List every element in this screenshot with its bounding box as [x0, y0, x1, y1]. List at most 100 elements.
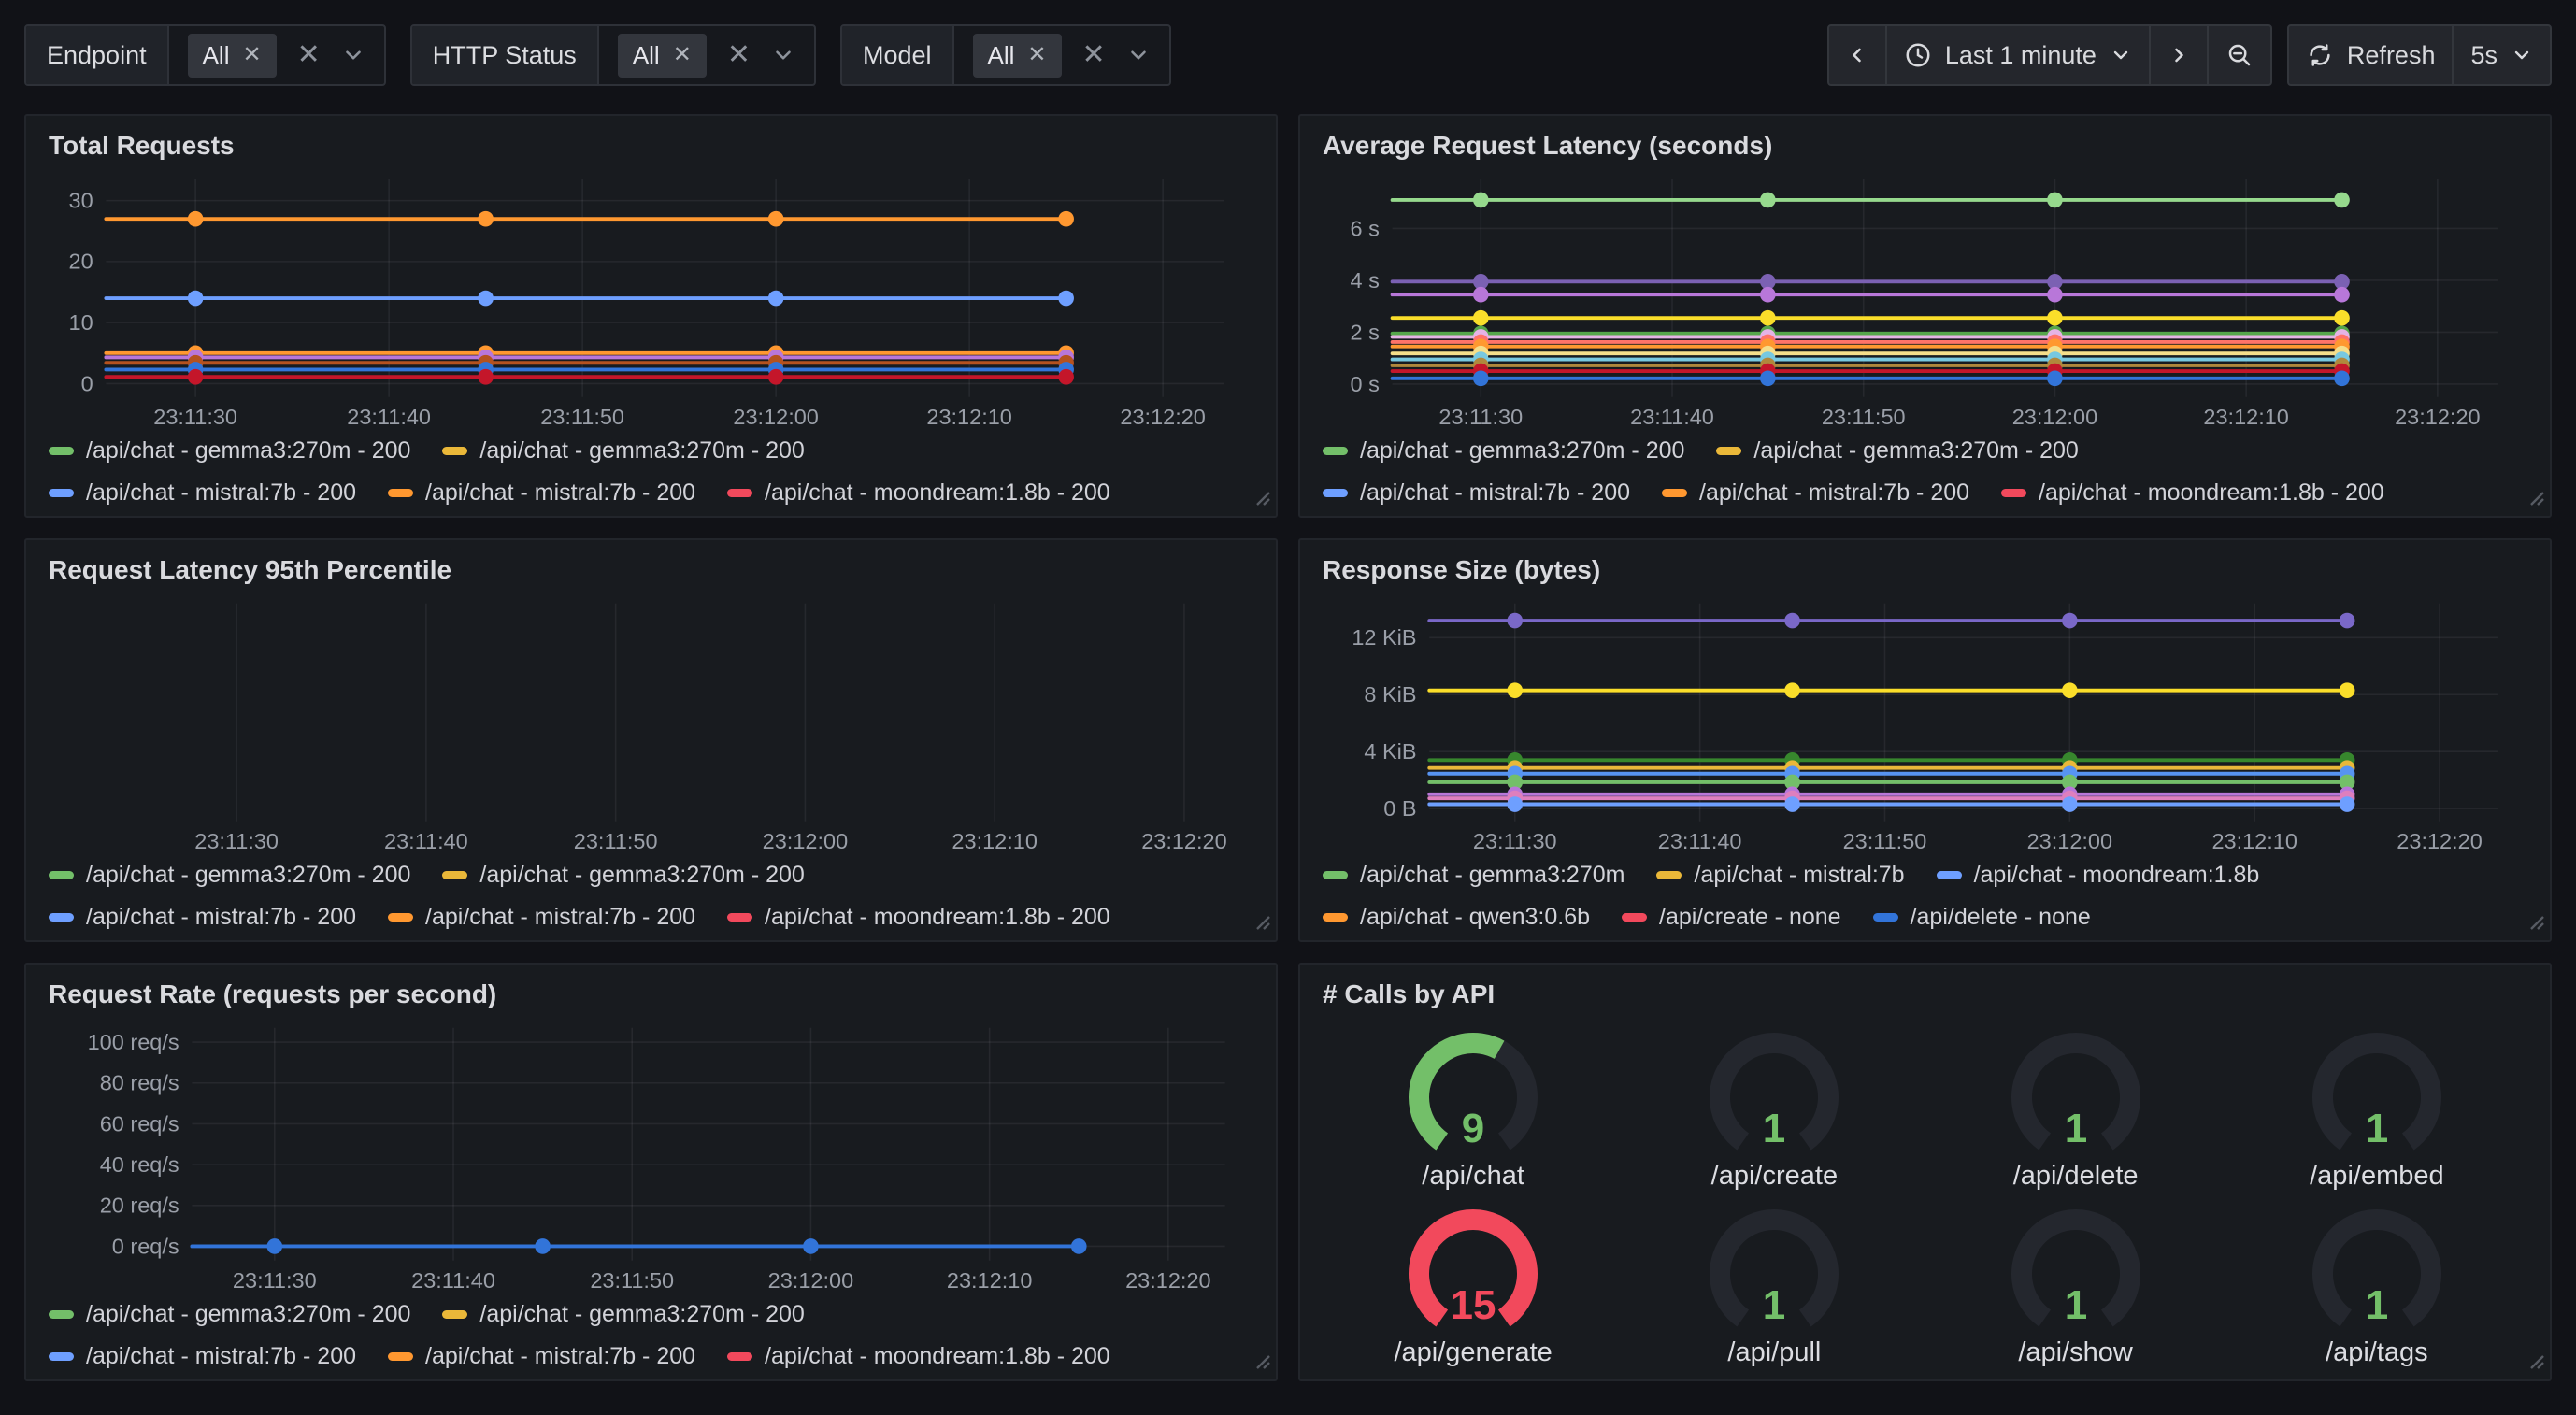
chevron-down-icon[interactable]: [771, 43, 795, 67]
filter-value-endpoint[interactable]: All ✕ ✕: [169, 26, 384, 84]
gauge-arc: 1: [1968, 1195, 2184, 1337]
panel-resize-handle[interactable]: [2525, 910, 2545, 936]
remove-chip-icon[interactable]: ✕: [673, 44, 692, 66]
refresh-button[interactable]: Refresh: [2287, 24, 2454, 86]
filter-chip[interactable]: All ✕: [973, 34, 1062, 78]
legend-item[interactable]: /api/chat - moondream:1.8b - 200: [727, 1343, 1110, 1370]
timeseries-chart[interactable]: 23:11:3023:11:4023:11:5023:12:0023:12:10…: [49, 593, 1253, 856]
panel-resize-handle[interactable]: [1251, 486, 1271, 511]
legend-label: /api/chat - mistral:7b - 200: [425, 904, 695, 931]
timeseries-chart[interactable]: 23:11:3023:11:4023:11:5023:12:0023:12:10…: [49, 168, 1253, 432]
legend-item[interactable]: /api/chat - gemma3:270m - 200: [1716, 437, 2078, 465]
data-point: [2340, 796, 2355, 812]
legend-item[interactable]: /api/chat - mistral:7b - 200: [49, 904, 356, 931]
legend-label: /api/chat - gemma3:270m - 200: [479, 1301, 804, 1328]
clear-filter-icon[interactable]: ✕: [1082, 41, 1106, 69]
legend-item[interactable]: /api/delete - none: [1873, 904, 2091, 931]
gauge-value-arc: [1419, 1043, 1499, 1142]
panel-resize-handle[interactable]: [1251, 910, 1271, 936]
legend-swatch: [49, 447, 74, 455]
y-axis-tick-label: 80 req/s: [100, 1071, 179, 1095]
y-axis-tick-label: 60 req/s: [100, 1111, 179, 1136]
legend-item[interactable]: /api/chat - mistral:7b - 200: [49, 1343, 356, 1370]
time-shift-forward-button[interactable]: [2149, 24, 2209, 86]
panel-title[interactable]: Total Requests: [49, 131, 1253, 161]
filter-chip-label: All: [203, 41, 230, 70]
clear-filter-icon[interactable]: ✕: [297, 41, 321, 69]
legend-item[interactable]: /api/chat - gemma3:270m - 200: [1323, 437, 1684, 465]
panel-title[interactable]: Average Request Latency (seconds): [1323, 131, 2527, 161]
legend-label: /api/chat - moondream:1.8b - 200: [2039, 479, 2384, 507]
panel-title[interactable]: Request Rate (requests per second): [49, 979, 1253, 1009]
legend-swatch: [1716, 447, 1741, 455]
remove-chip-icon[interactable]: ✕: [1027, 44, 1046, 66]
time-range-label: Last 1 minute: [1945, 41, 2097, 70]
legend-item[interactable]: /api/chat - mistral:7b - 200: [388, 1343, 695, 1370]
panel-title[interactable]: Response Size (bytes): [1323, 555, 2527, 585]
legend-item[interactable]: /api/chat - gemma3:270m - 200: [442, 862, 804, 889]
filter-chip[interactable]: All ✕: [188, 34, 277, 78]
panel-response-size: Response Size (bytes) 23:11:3023:11:4023…: [1298, 538, 2552, 942]
panel-resize-handle[interactable]: [1251, 1350, 1271, 1375]
timeseries-chart[interactable]: 23:11:3023:11:4023:11:5023:12:0023:12:10…: [1323, 168, 2527, 432]
legend-item[interactable]: /api/chat - qwen3:0.6b: [1323, 904, 1590, 931]
legend-item[interactable]: /api/chat - gemma3:270m - 200: [49, 862, 410, 889]
x-axis-tick-label: 23:12:10: [2211, 829, 2297, 853]
filter-value-model[interactable]: All ✕ ✕: [954, 26, 1169, 84]
panel-title[interactable]: Request Latency 95th Percentile: [49, 555, 1253, 585]
filter-http-status: HTTP Status All ✕ ✕: [410, 24, 816, 86]
legend-item[interactable]: /api/chat - gemma3:270m - 200: [442, 1301, 804, 1328]
legend-item[interactable]: /api/chat - mistral:7b: [1656, 862, 1904, 889]
panel-resize-handle[interactable]: [2525, 486, 2545, 511]
refresh-interval-picker[interactable]: 5s: [2452, 24, 2552, 86]
legend-item[interactable]: /api/chat - mistral:7b - 200: [1323, 479, 1630, 507]
gauge-label: /api/create: [1711, 1161, 1838, 1192]
legend-item[interactable]: /api/chat - gemma3:270m - 200: [49, 437, 410, 465]
filter-chip[interactable]: All ✕: [618, 34, 707, 78]
legend-item[interactable]: /api/chat - moondream:1.8b - 200: [727, 479, 1110, 507]
legend-swatch: [727, 913, 752, 922]
x-axis-tick-label: 23:11:50: [1843, 829, 1927, 853]
legend-item[interactable]: /api/chat - mistral:7b - 200: [1662, 479, 1969, 507]
time-shift-back-button[interactable]: [1827, 24, 1887, 86]
filter-value-http-status[interactable]: All ✕ ✕: [599, 26, 814, 84]
timeseries-chart[interactable]: 23:11:3023:11:4023:11:5023:12:0023:12:10…: [1323, 593, 2527, 856]
legend-item[interactable]: /api/chat - gemma3:270m: [1323, 862, 1624, 889]
legend-item[interactable]: /api/chat - mistral:7b - 200: [388, 479, 695, 507]
legend-swatch: [49, 1310, 74, 1319]
gauge-value: 1: [2064, 1106, 2086, 1151]
legend-item[interactable]: /api/chat - mistral:7b - 200: [49, 479, 356, 507]
chevron-down-icon[interactable]: [341, 43, 365, 67]
data-point: [188, 291, 204, 307]
legend-item[interactable]: /api/chat - moondream:1.8b: [1937, 862, 2260, 889]
legend-item[interactable]: /api/create - none: [1622, 904, 1841, 931]
gauge-api-tags: 1/api/tags: [2226, 1193, 2527, 1370]
panel-total-requests: Total Requests 23:11:3023:11:4023:11:502…: [24, 114, 1278, 518]
remove-chip-icon[interactable]: ✕: [243, 44, 262, 66]
legend-swatch: [2001, 489, 2026, 497]
legend-label: /api/chat - moondream:1.8b: [1974, 862, 2260, 889]
legend-item[interactable]: /api/chat - gemma3:270m - 200: [442, 437, 804, 465]
data-point: [2062, 796, 2078, 812]
timeseries-chart[interactable]: 23:11:3023:11:4023:11:5023:12:0023:12:10…: [49, 1017, 1253, 1295]
legend-item[interactable]: /api/chat - moondream:1.8b - 200: [727, 904, 1110, 931]
legend-item[interactable]: /api/chat - mistral:7b - 200: [388, 904, 695, 931]
clear-filter-icon[interactable]: ✕: [727, 41, 751, 69]
legend-item[interactable]: /api/chat - moondream:1.8b - 200: [2001, 479, 2384, 507]
time-range-picker[interactable]: Last 1 minute: [1885, 24, 2151, 86]
y-axis-tick-label: 100 req/s: [88, 1030, 179, 1054]
panel-resize-handle[interactable]: [2525, 1350, 2545, 1375]
y-axis-tick-label: 0 s: [1351, 372, 1380, 396]
zoom-out-time-button[interactable]: [2207, 24, 2272, 86]
gauge-label: /api/generate: [1394, 1337, 1552, 1368]
legend-label: /api/chat - gemma3:270m - 200: [479, 437, 804, 465]
data-point: [1473, 193, 1489, 208]
legend-item[interactable]: /api/chat - gemma3:270m - 200: [49, 1301, 410, 1328]
x-axis-tick-label: 23:11:30: [153, 405, 237, 429]
chart-legend: /api/chat - gemma3:270m - 200/api/chat -…: [49, 437, 1253, 507]
panel-title[interactable]: # Calls by API: [1323, 979, 2527, 1009]
data-point: [1507, 613, 1523, 629]
legend-label: /api/create - none: [1659, 904, 1841, 931]
legend-label: /api/chat - gemma3:270m: [1360, 862, 1624, 889]
chevron-down-icon[interactable]: [1126, 43, 1151, 67]
